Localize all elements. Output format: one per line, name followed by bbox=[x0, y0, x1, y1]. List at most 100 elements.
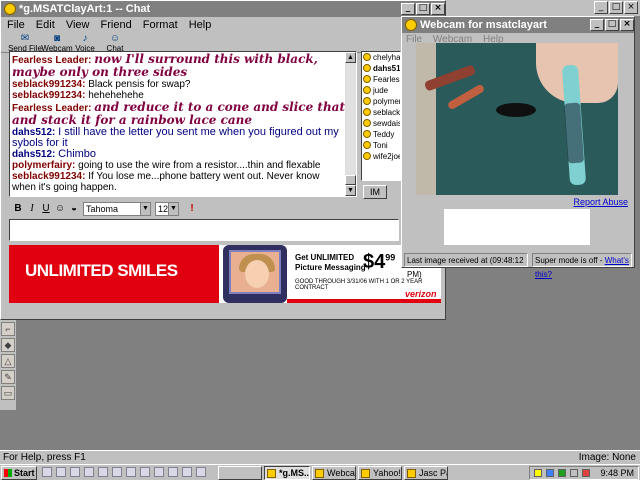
menu-edit[interactable]: Edit bbox=[36, 19, 55, 31]
minimize-icon[interactable]: _ bbox=[594, 1, 608, 14]
webcam-maximize-icon[interactable]: □ bbox=[605, 19, 619, 31]
taskbar-webcam-label: Webca... bbox=[327, 468, 355, 478]
paint-status-bar: For Help, press F1 Image: None bbox=[0, 450, 640, 464]
message-input[interactable] bbox=[9, 219, 399, 241]
tray-volume-icon[interactable] bbox=[570, 469, 578, 477]
tray-app-icon[interactable] bbox=[582, 469, 590, 477]
underline-button[interactable]: U bbox=[39, 202, 53, 216]
chevron-down-icon: ▼ bbox=[140, 203, 150, 215]
scroll-thumb[interactable] bbox=[345, 175, 356, 185]
pen-tool-icon[interactable]: ✎ bbox=[1, 370, 15, 384]
member-item[interactable]: Fearless L bbox=[362, 74, 400, 85]
color-icon[interactable]: ◒ bbox=[67, 202, 81, 216]
user-smiley-icon bbox=[363, 130, 371, 138]
quicklaunch-outlook-icon[interactable] bbox=[70, 467, 80, 477]
quicklaunch-app-icon[interactable] bbox=[140, 467, 150, 477]
quicklaunch-app-icon[interactable] bbox=[98, 467, 108, 477]
webcam-close-icon[interactable]: × bbox=[620, 19, 634, 31]
bold-button[interactable]: B bbox=[11, 202, 25, 216]
start-button[interactable]: Start bbox=[1, 466, 37, 480]
taskbar-blank-button[interactable] bbox=[218, 466, 262, 480]
member-item[interactable]: wife2joe1 bbox=[362, 151, 400, 162]
webcam-minimize-icon[interactable]: _ bbox=[590, 19, 604, 31]
message-nick[interactable]: seblack991234: bbox=[12, 79, 85, 90]
quicklaunch-app-icon[interactable] bbox=[182, 467, 192, 477]
chat-maximize-icon[interactable]: □ bbox=[416, 3, 430, 15]
maximize-icon[interactable]: □ bbox=[609, 1, 623, 14]
member-item[interactable]: Teddy bbox=[362, 129, 400, 140]
close-icon[interactable]: × bbox=[624, 1, 638, 14]
message-list: Fearless Leader: now I'll surround this … bbox=[12, 53, 346, 194]
taskbar-jasc-button[interactable]: Jasc Pa... bbox=[404, 466, 448, 480]
chat-titlebar[interactable]: *g.MSATClayArt:1 -- Chat _ □ × bbox=[1, 1, 445, 17]
chat-transcript[interactable]: Fearless Leader: now I'll surround this … bbox=[9, 51, 357, 197]
scroll-down-icon[interactable]: ▼ bbox=[345, 185, 356, 196]
taskbar-chat-button[interactable]: *g.MS... bbox=[264, 466, 310, 480]
transcript-scrollbar[interactable]: ▲ ▼ bbox=[345, 52, 356, 196]
menu-file[interactable]: File bbox=[7, 19, 25, 31]
member-item[interactable]: polymerfa bbox=[362, 96, 400, 107]
size-select[interactable]: 12 ▼ bbox=[155, 202, 179, 216]
quicklaunch-app-icon[interactable] bbox=[168, 467, 178, 477]
ad-price-dollars: $4 bbox=[363, 251, 386, 273]
user-smiley-icon bbox=[363, 97, 371, 105]
menu-view[interactable]: View bbox=[66, 19, 90, 31]
windows-logo-icon bbox=[4, 469, 12, 477]
message-nick[interactable]: dahs512: bbox=[12, 149, 55, 160]
member-item[interactable]: sewdaisy bbox=[362, 118, 400, 129]
chat-close-icon[interactable]: × bbox=[431, 3, 445, 15]
im-button[interactable]: IM bbox=[363, 185, 387, 199]
chat-button[interactable]: ☺ Chat bbox=[95, 33, 135, 53]
super-mode-status: Super mode is off - What's this? bbox=[532, 253, 632, 279]
emoticon-icon[interactable]: ☺ bbox=[53, 202, 67, 216]
member-name: Fearless L bbox=[373, 75, 401, 84]
quicklaunch-app-icon[interactable] bbox=[112, 467, 122, 477]
member-item[interactable]: seblack9 bbox=[362, 107, 400, 118]
message-nick[interactable]: polymerfairy: bbox=[12, 160, 75, 171]
member-item[interactable]: Toni bbox=[362, 140, 400, 151]
verizon-ad-banner[interactable]: UNLIMITED SMILES Get UNLIMITED Picture M… bbox=[9, 245, 441, 303]
italic-button[interactable]: I bbox=[25, 202, 39, 216]
menu-format[interactable]: Format bbox=[143, 19, 178, 31]
chat-message: Fearless Leader: and reduce it to a cone… bbox=[12, 101, 346, 127]
scroll-up-icon[interactable]: ▲ bbox=[345, 52, 356, 63]
ad-red-panel: UNLIMITED SMILES bbox=[9, 245, 219, 303]
eraser-tool-icon[interactable]: ▭ bbox=[1, 386, 15, 400]
chat-bubbles-icon: ☺ bbox=[109, 33, 121, 44]
quicklaunch-app-icon[interactable] bbox=[196, 467, 206, 477]
ad-headline: UNLIMITED SMILES bbox=[25, 261, 178, 280]
crop-tool-icon[interactable]: ⌐ bbox=[1, 322, 15, 336]
webcam-titlebar[interactable]: Webcam for msatclayart _ □ × bbox=[402, 17, 634, 33]
quicklaunch-desktop-icon[interactable] bbox=[42, 467, 52, 477]
user-smiley-icon bbox=[363, 141, 371, 149]
tray-antivirus-icon[interactable] bbox=[558, 469, 566, 477]
font-select[interactable]: Tahoma ▼ bbox=[83, 202, 151, 216]
alert-icon[interactable]: ! bbox=[185, 202, 199, 216]
message-nick[interactable]: seblack991234: bbox=[12, 90, 85, 101]
message-nick[interactable]: seblack991234: bbox=[12, 171, 85, 182]
member-item[interactable]: jude bbox=[362, 85, 400, 96]
quicklaunch-word-icon[interactable] bbox=[84, 467, 94, 477]
taskbar-webcam-button[interactable]: Webca... bbox=[312, 466, 356, 480]
menu-friend[interactable]: Friend bbox=[101, 19, 132, 31]
webcam-task-icon bbox=[315, 469, 324, 478]
message-text: going to use the wire from a resistor...… bbox=[78, 160, 321, 171]
chat-minimize-icon[interactable]: _ bbox=[401, 3, 415, 15]
menu-help[interactable]: Help bbox=[189, 19, 212, 31]
user-smiley-icon bbox=[363, 152, 371, 160]
quicklaunch-app-icon[interactable] bbox=[126, 467, 136, 477]
quicklaunch-app-icon[interactable] bbox=[154, 467, 164, 477]
message-text: I still have the letter you sent me when… bbox=[12, 126, 339, 149]
taskbar-yahoo-button[interactable]: Yahoo! ... bbox=[358, 466, 402, 480]
tray-yahoo-icon[interactable] bbox=[534, 469, 542, 477]
webcam-ad-area[interactable] bbox=[444, 209, 590, 245]
member-item[interactable]: chelyha5 bbox=[362, 52, 400, 63]
tray-network-icon[interactable] bbox=[546, 469, 554, 477]
report-abuse-link[interactable]: Report Abuse bbox=[573, 197, 628, 207]
ad-offer-line2: Picture Messaging bbox=[295, 263, 366, 272]
member-item[interactable]: dahs512 bbox=[362, 63, 400, 74]
yahoo-task-icon bbox=[361, 469, 370, 478]
quicklaunch-browser-icon[interactable] bbox=[56, 467, 66, 477]
fill-tool-icon[interactable]: ◆ bbox=[1, 338, 15, 352]
shape-tool-icon[interactable]: △ bbox=[1, 354, 15, 368]
